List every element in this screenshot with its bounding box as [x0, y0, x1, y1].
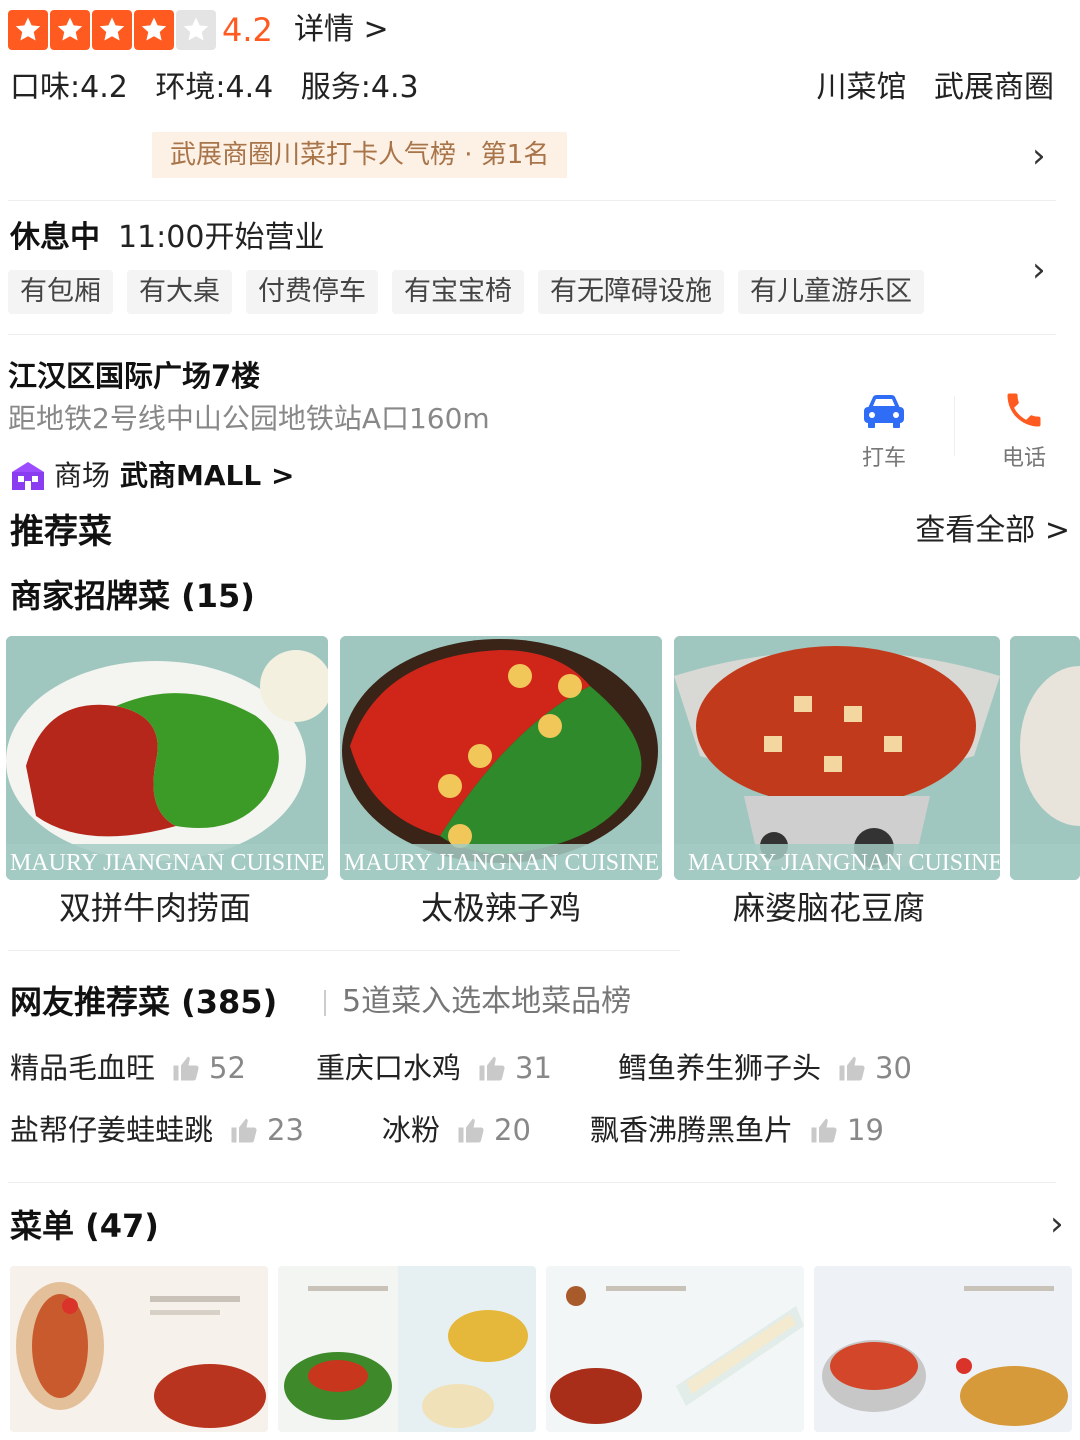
rec-dish[interactable]: 飘香沸腾黑鱼片 19 — [590, 1110, 884, 1150]
rank-badge[interactable]: 武展商圈川菜打卡人气榜 · 第1名 — [152, 132, 568, 178]
taste-score: 口味:4.2 — [10, 70, 128, 105]
phone-icon — [1007, 393, 1041, 427]
facility-tags[interactable]: 有包厢 有大桌 付费停车 有宝宝椅 有无障碍设施 有儿童游乐区 — [8, 270, 924, 314]
thumbs-up-icon — [839, 1056, 865, 1081]
thumbs-up-icon — [811, 1118, 837, 1143]
dish-photo: MAURY JIANGNAN CUISINE — [340, 636, 662, 880]
divider — [8, 950, 680, 951]
mall-link[interactable]: 商场 武商MALL > — [10, 456, 294, 496]
dish-card[interactable]: MAURY JIANGNAN CUISINE — [6, 636, 328, 880]
dish-photo — [1010, 636, 1080, 880]
taxi-button[interactable]: 打车 — [834, 392, 934, 472]
category-label: 川菜馆 — [816, 70, 907, 105]
menu-photo — [546, 1266, 804, 1432]
menu-page-thumbnail[interactable] — [814, 1266, 1072, 1432]
facility-tag: 有无障碍设施 — [538, 270, 724, 314]
svg-text:MAURY JIANGNAN CUISINE: MAURY JIANGNAN CUISINE — [10, 850, 325, 876]
taxi-label: 打车 — [861, 446, 906, 471]
menu-page-thumbnail[interactable] — [546, 1266, 804, 1432]
thumbs-up-icon — [479, 1056, 505, 1081]
like-count: 19 — [847, 1113, 884, 1147]
facility-tag: 有宝宝椅 — [392, 270, 524, 314]
rec-dish[interactable]: 重庆口水鸡 31 — [316, 1048, 552, 1088]
rec-dish[interactable]: 冰粉 20 — [382, 1110, 531, 1150]
menu-photo — [814, 1266, 1072, 1432]
chevron-right-icon[interactable]: › — [1032, 136, 1046, 176]
mall-icon — [12, 462, 44, 490]
divider — [8, 1182, 1056, 1183]
star-icon — [134, 10, 174, 50]
phone-label: 电话 — [1001, 446, 1046, 471]
star-icon — [8, 10, 48, 50]
signature-title: 商家招牌菜 (15) — [10, 577, 255, 615]
divider — [8, 200, 1056, 201]
divider — [8, 334, 1056, 335]
car-icon — [864, 395, 904, 428]
menu-page-thumbnail[interactable] — [10, 1266, 268, 1432]
environment-score: 环境:4.4 — [155, 70, 274, 105]
rec-dish-name: 精品毛血旺 — [10, 1051, 156, 1085]
divider — [954, 396, 955, 456]
recommended-title: 推荐菜 — [10, 512, 112, 552]
thumbs-up-icon — [173, 1056, 199, 1081]
rec-dish-name: 冰粉 — [382, 1113, 441, 1147]
open-time: 11:00开始营业 — [118, 220, 325, 255]
menu-title[interactable]: 菜单 (47) — [10, 1206, 159, 1246]
dish-card[interactable] — [1010, 636, 1080, 880]
star-icon — [92, 10, 132, 50]
service-score: 服务:4.3 — [300, 70, 419, 105]
netfriend-subtitle[interactable]: 5道菜入选本地菜品榜 — [342, 982, 631, 1022]
dish-card[interactable]: MAURY JIANGNAN CUISINE — [340, 636, 662, 880]
dish-card[interactable]: MAURY JIANGNAN CUISINE — [674, 636, 1000, 880]
menu-photo — [10, 1266, 268, 1432]
metro-distance: 距地铁2号线中山公园地铁站A口160m — [8, 402, 490, 435]
dish-photo: MAURY JIANGNAN CUISINE — [6, 636, 328, 880]
details-link[interactable]: 详情 > — [294, 10, 389, 50]
see-all-link[interactable]: 查看全部 > — [915, 510, 1070, 552]
svg-text:MAURY JIANGNAN CUISINE: MAURY JIANGNAN CUISINE — [344, 850, 659, 876]
rec-dish-name: 盐帮仔姜蛙蛙跳 — [10, 1113, 214, 1147]
rec-dish[interactable]: 精品毛血旺 52 — [10, 1048, 246, 1088]
menu-photo — [278, 1266, 536, 1432]
like-count: 23 — [267, 1113, 304, 1147]
facility-tag: 有儿童游乐区 — [738, 270, 924, 314]
dish-name: 双拼牛肉捞面 — [58, 889, 251, 927]
facility-tag: 付费停车 — [246, 270, 378, 314]
sub-scores: 口味:4.2 环境:4.4 服务:4.3 — [10, 66, 437, 110]
rec-dish[interactable]: 鳕鱼养生狮子头 30 — [618, 1048, 912, 1088]
netfriend-title: 网友推荐菜 (385) — [10, 983, 278, 1021]
mall-type: 商场 — [54, 459, 111, 492]
like-count: 30 — [875, 1051, 912, 1085]
chevron-right-icon[interactable]: › — [1032, 250, 1046, 290]
rating-value: 4.2 — [222, 11, 273, 49]
facility-tag: 有包厢 — [8, 270, 113, 314]
divider — [324, 990, 326, 1016]
open-status: 休息中 — [10, 220, 100, 255]
thumbs-up-icon — [458, 1118, 484, 1143]
rating-stars — [8, 10, 216, 50]
rec-dish-name: 重庆口水鸡 — [316, 1051, 462, 1085]
like-count: 31 — [515, 1051, 552, 1085]
star-empty-icon — [176, 10, 216, 50]
rec-dish[interactable]: 盐帮仔姜蛙蛙跳 23 — [10, 1110, 304, 1150]
dish-photo: MAURY JIANGNAN CUISINE — [674, 636, 1000, 880]
like-count: 52 — [209, 1051, 246, 1085]
menu-page-thumbnail[interactable] — [278, 1266, 536, 1432]
dish-name: 太极辣子鸡 — [420, 889, 581, 927]
svg-text:MAURY JIANGNAN CUISINE: MAURY JIANGNAN CUISINE — [688, 850, 1000, 876]
star-icon — [50, 10, 90, 50]
facility-tag: 有大桌 — [127, 270, 232, 314]
dish-name: 麻婆脑花豆腐 — [732, 889, 925, 927]
area-label: 武展商圈 — [934, 70, 1054, 105]
mall-name: 武商MALL > — [120, 459, 295, 492]
rec-dish-name: 飘香沸腾黑鱼片 — [590, 1113, 794, 1147]
category-area: 川菜馆 武展商圈 — [798, 66, 1054, 110]
rec-dish-name: 鳕鱼养生狮子头 — [618, 1051, 822, 1085]
chevron-right-icon[interactable]: › — [1050, 1204, 1064, 1244]
thumbs-up-icon — [231, 1118, 257, 1143]
phone-button[interactable]: 电话 — [974, 388, 1074, 472]
address[interactable]: 江汉区国际广场7楼 — [8, 356, 260, 396]
like-count: 20 — [494, 1113, 531, 1147]
